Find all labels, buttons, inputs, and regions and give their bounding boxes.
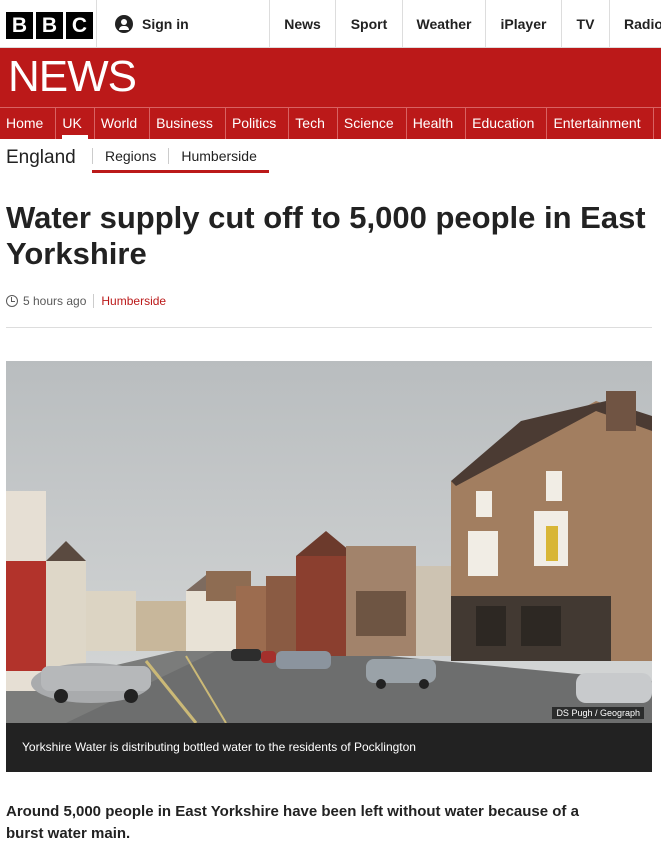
regional-subnav: England Regions Humberside [0,139,661,175]
subnav-humberside[interactable]: Humberside [168,148,268,164]
user-icon [115,15,133,33]
region-title[interactable]: England [6,147,76,169]
section-business[interactable]: Business [150,108,226,139]
meta-divider [93,294,95,308]
section-entertainment[interactable]: Entertainment [547,108,654,139]
global-nav-radio[interactable]: Radio [610,0,661,48]
global-nav-news[interactable]: News [270,0,336,48]
section-health[interactable]: Health [407,108,467,139]
bbc-logo-letter: B [36,12,63,39]
global-nav-tv[interactable]: TV [562,0,610,48]
article-timestamp: 5 hours ago [23,294,87,308]
section-world[interactable]: World [95,108,151,139]
image-caption: Yorkshire Water is distributing bottled … [6,723,652,772]
section-science[interactable]: Science [338,108,407,139]
section-politics[interactable]: Politics [226,108,290,139]
clock-icon [6,295,18,307]
subnav-regions[interactable]: Regions [92,148,168,164]
article-intro: Around 5,000 people in East Yorkshire ha… [6,803,579,842]
global-nav: News Sport Weather iPlayer TV Radio [270,0,661,48]
article-meta: 5 hours ago Humberside [6,294,166,308]
section-nav: Home UK World Business Politics Tech Sci… [0,107,661,139]
bbc-masthead: B B C Sign in News Sport Weather iPlayer… [0,0,661,48]
news-header: NEWS [0,48,661,107]
section-home[interactable]: Home [0,108,57,139]
subnav-links: Regions Humberside [92,148,269,173]
divider [6,327,652,328]
article-photo: DS Pugh / Geograph [6,361,652,723]
image-credit: DS Pugh / Geograph [552,707,644,719]
news-logo[interactable]: NEWS [8,52,137,102]
global-nav-sport[interactable]: Sport [336,0,403,48]
article-tag[interactable]: Humberside [101,294,166,308]
article-headline: Water supply cut off to 5,000 people in … [6,200,646,271]
global-nav-weather[interactable]: Weather [403,0,486,48]
sign-in-label: Sign in [142,16,189,32]
sign-in-button[interactable]: Sign in [96,0,270,48]
bbc-logo[interactable]: B B C [6,12,93,39]
section-uk[interactable]: UK [56,108,95,139]
section-tech[interactable]: Tech [289,108,338,139]
street-scene-image [6,361,652,723]
bbc-logo-letter: C [66,12,93,39]
global-nav-iplayer[interactable]: iPlayer [486,0,562,48]
bbc-logo-letter: B [6,12,33,39]
section-education[interactable]: Education [466,108,548,139]
